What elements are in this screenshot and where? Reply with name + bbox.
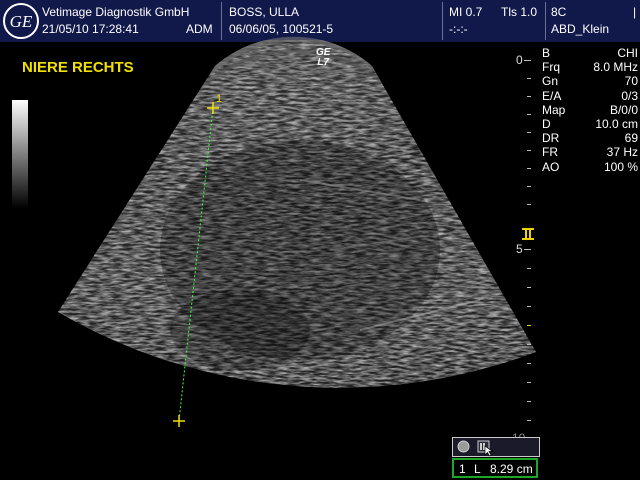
depth-tick: [527, 132, 531, 133]
record-button-icon[interactable]: [457, 440, 470, 453]
depth-tick: [527, 268, 531, 269]
parameter-row: D 10.0 cm: [542, 117, 638, 131]
depth-tick: [527, 420, 531, 421]
parameter-row: AO 100 %: [542, 160, 638, 174]
parameter-key: D: [542, 117, 551, 132]
parameter-key: Frq: [542, 60, 560, 75]
parameter-key: Gn: [542, 74, 559, 89]
depth-tick: [527, 78, 531, 79]
parameter-row: Gn 70: [542, 74, 638, 88]
focus-marker-icon: [522, 228, 534, 240]
parameter-value: 100 %: [603, 159, 638, 174]
measure-line: [178, 107, 214, 422]
depth-tick: [527, 287, 531, 288]
caliper-start-label: 1: [216, 93, 223, 105]
parameter-value: 8.0 MHz: [593, 60, 638, 75]
measurement-result: 1 L 8.29 cm: [452, 458, 538, 478]
depth-tick: [527, 114, 531, 115]
depth-tick: [527, 186, 531, 187]
depth-tick: [527, 401, 531, 402]
depth-label-mid: 5: [516, 242, 523, 256]
parameter-value: 69: [624, 131, 638, 146]
parameter-row: Frq 8.0 MHz: [542, 60, 638, 74]
cursor-pointer-icon: [484, 445, 494, 457]
depth-tick: [527, 150, 531, 151]
depth-tick: [527, 168, 531, 169]
parameter-value: 0/3: [621, 88, 638, 103]
depth-tick: [527, 363, 531, 364]
depth-tick: [527, 344, 531, 345]
depth-tick: [524, 249, 531, 250]
focus-tick: [527, 325, 531, 326]
parameter-key: E/A: [542, 88, 562, 103]
measurement-type: L: [474, 462, 481, 476]
parameter-key: DR: [542, 131, 560, 146]
parameter-value: CHI: [617, 46, 638, 60]
depth-tick: [527, 306, 531, 307]
parameter-key: FR: [542, 145, 558, 160]
depth-tick: [524, 60, 531, 61]
depth-tick: [527, 382, 531, 383]
parameter-row: Map B/0/0: [542, 103, 638, 117]
measure-toolbar: [452, 437, 540, 457]
measurement-index: 1: [459, 462, 466, 476]
caliper-end-icon[interactable]: [173, 415, 185, 427]
parameter-row: DR 69: [542, 131, 638, 145]
depth-label-top: 0: [516, 53, 523, 67]
depth-tick: [527, 96, 531, 97]
parameter-key: B: [542, 46, 551, 60]
parameter-key: AO: [542, 159, 560, 174]
parameter-row: B CHI: [542, 46, 638, 60]
parameter-value: B/0/0: [609, 102, 638, 117]
parameter-row: E/A 0/3: [542, 89, 638, 103]
parameter-key: Map: [542, 102, 566, 117]
parameter-panel: B CHI Frq 8.0 MHz Gn 70 E/A 0/3 Map B/0/0 D 10.0 cm…: [542, 46, 638, 174]
depth-tick: [527, 204, 531, 205]
parameter-value: 37 Hz: [606, 145, 638, 160]
parameter-row: FR 37 Hz: [542, 145, 638, 159]
measurement-value: 8.29 cm: [490, 462, 533, 476]
parameter-value: 70: [624, 74, 638, 89]
parameter-value: 10.0 cm: [595, 117, 638, 132]
